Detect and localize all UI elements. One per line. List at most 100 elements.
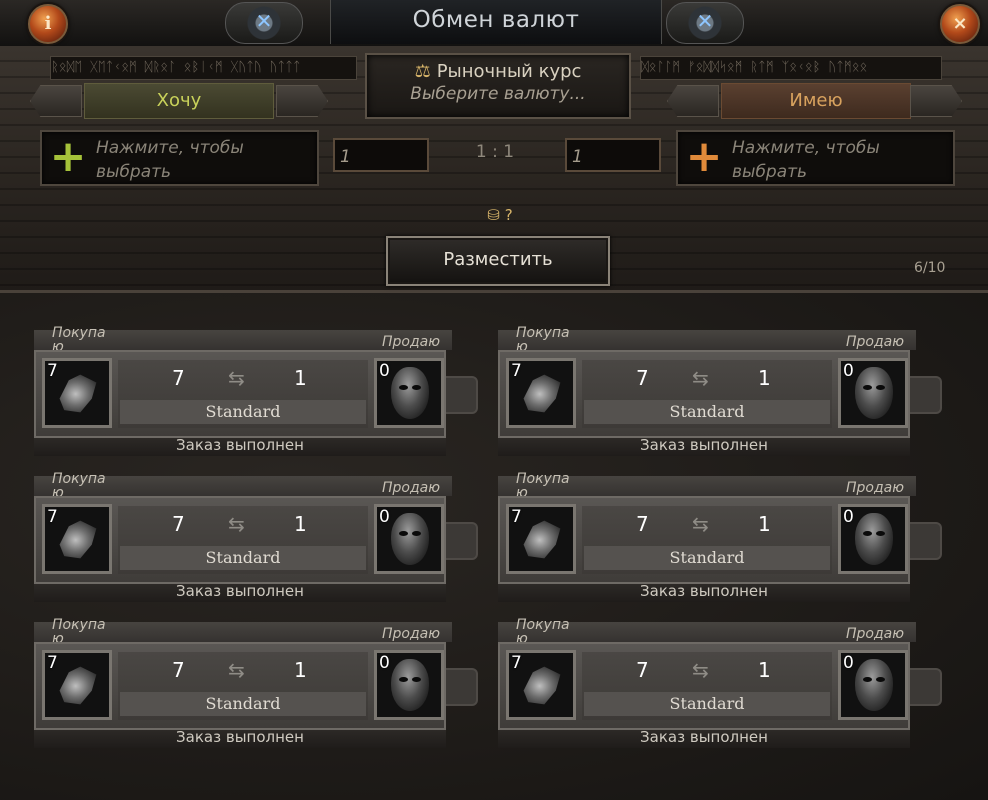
close-icon[interactable]: × [940,4,980,44]
have-quantity-input[interactable]: 1 [565,138,661,172]
order-body: 7 7 ⇆ 1 Standard 0 [34,642,446,730]
tab-want[interactable]: Хочу [84,83,274,119]
want-amount: 7 [172,658,185,682]
receive-currency-slot[interactable]: 7 [42,504,112,574]
card-tab[interactable] [446,376,478,414]
sparkle-icon: ✕ [696,9,714,33]
give-currency-slot[interactable]: 0 [374,650,444,720]
receive-currency-slot[interactable]: 7 [506,358,576,428]
league-name: Standard [120,546,366,570]
have-currency-picker[interactable]: + Нажмите, чтобы выбрать [676,130,955,186]
mask-icon [391,659,429,711]
order-rate: 7 ⇆ 1 Standard [118,652,368,720]
mask-icon [855,367,893,419]
order-card[interactable]: Покупа ю Продаю 7 7 ⇆ 1 Standard 0 Заказ… [34,472,478,602]
have-picker-hint: Нажмите, чтобы выбрать [732,138,880,182]
card-tab[interactable] [910,522,942,560]
want-amount: 7 [172,512,185,536]
give-currency-slot[interactable]: 0 [374,358,444,428]
exchange-form: ᚱᛟᛞᛖ ᚷᛖᛏᚲᛟᛗ ᛞᚱᛟᛚ ᛟᛒᛁᚲᛗ ᚷᚢᛏᚢ ᚢᛏᛏᛏ ᛞᛟᛚᛚᛗ ᚠ… [0,46,988,293]
sparkle-icon: ✕ [255,9,273,33]
have-amount: 1 [294,366,307,390]
order-body: 7 7 ⇆ 1 Standard 0 [34,350,446,438]
want-amount: 7 [636,658,649,682]
receive-currency-slot[interactable]: 7 [42,650,112,720]
order-card[interactable]: Покупа ю Продаю 7 7 ⇆ 1 Standard 0 Заказ… [498,618,942,748]
sell-label: Продаю [845,626,904,642]
want-arrow-right [276,85,328,117]
gear-ornament-right: ✕ [666,2,744,44]
order-card[interactable]: Покупа ю Продаю 7 7 ⇆ 1 Standard 0 Заказ… [34,326,478,456]
order-rate: 7 ⇆ 1 Standard [582,360,832,428]
shard-icon [59,666,97,705]
market-rate-hint: Выберите валюту... [410,84,586,104]
swap-arrows-icon: ⇆ [692,366,709,390]
have-amount: 1 [758,366,771,390]
sell-label: Продаю [845,480,904,496]
info-icon[interactable]: i [28,4,68,44]
have-amount: 1 [294,658,307,682]
receive-currency-slot[interactable]: 7 [42,358,112,428]
swap-arrows-icon: ⇆ [228,366,245,390]
mask-icon [391,367,429,419]
league-name: Standard [120,400,366,424]
mask-icon [391,513,429,565]
order-body: 7 7 ⇆ 1 Standard 0 [34,496,446,584]
give-count: 0 [843,507,854,527]
order-status: Заказ выполнен [640,582,768,600]
sell-label: Продаю [381,626,440,642]
exchange-ratio: 1 : 1 [475,142,515,162]
have-arrow-right [910,85,962,117]
card-tab[interactable] [910,668,942,706]
give-currency-slot[interactable]: 0 [838,504,908,574]
give-currency-slot[interactable]: 0 [374,504,444,574]
card-tab[interactable] [446,522,478,560]
receive-count: 7 [511,653,522,673]
order-status: Заказ выполнен [176,582,304,600]
order-rate: 7 ⇆ 1 Standard [582,652,832,720]
card-tab[interactable] [910,376,942,414]
league-name: Standard [584,400,830,424]
give-currency-slot[interactable]: 0 [838,650,908,720]
want-picker-hint: Нажмите, чтобы выбрать [96,138,244,182]
order-card[interactable]: Покупа ю Продаю 7 7 ⇆ 1 Standard 0 Заказ… [498,326,942,456]
want-amount: 7 [636,512,649,536]
order-body: 7 7 ⇆ 1 Standard 0 [498,496,910,584]
league-name: Standard [584,546,830,570]
order-card[interactable]: Покупа ю Продаю 7 7 ⇆ 1 Standard 0 Заказ… [498,472,942,602]
order-status: Заказ выполнен [176,728,304,746]
give-currency-slot[interactable]: 0 [838,358,908,428]
receive-count: 7 [511,361,522,381]
receive-count: 7 [47,361,58,381]
plus-icon: + [685,131,723,182]
shard-icon [523,374,561,413]
market-rate-panel[interactable]: ⚖ Рыночный курс Выберите валюту... [365,53,631,119]
receive-count: 7 [47,653,58,673]
place-order-button[interactable]: Разместить [386,236,610,286]
order-card[interactable]: Покупа ю Продаю 7 7 ⇆ 1 Standard 0 Заказ… [34,618,478,748]
order-rate: 7 ⇆ 1 Standard [118,506,368,574]
league-name: Standard [584,692,830,716]
receive-currency-slot[interactable]: 7 [506,650,576,720]
card-tab[interactable] [446,668,478,706]
receive-currency-slot[interactable]: 7 [506,504,576,574]
sell-label: Продаю [381,334,440,350]
order-rate: 7 ⇆ 1 Standard [582,506,832,574]
scales-icon: ⚖ [414,61,431,82]
want-quantity-input[interactable]: 1 [333,138,429,172]
swap-arrows-icon: ⇆ [692,512,709,536]
tab-have[interactable]: Имею [721,83,911,119]
order-slots-count: 6/10 [914,260,946,276]
shard-icon [523,520,561,559]
order-rate: 7 ⇆ 1 Standard [118,360,368,428]
orders-list: Покупа ю Продаю 7 7 ⇆ 1 Standard 0 Заказ… [0,293,988,800]
give-count: 0 [379,507,390,527]
swap-arrows-icon: ⇆ [692,658,709,682]
sell-label: Продаю [381,480,440,496]
shard-icon [523,666,561,705]
league-name: Standard [120,692,366,716]
order-status: Заказ выполнен [640,728,768,746]
want-amount: 7 [172,366,185,390]
rune-strip-left: ᚱᛟᛞᛖ ᚷᛖᛏᚲᛟᛗ ᛞᚱᛟᛚ ᛟᛒᛁᚲᛗ ᚷᚢᛏᚢ ᚢᛏᛏᛏ [50,56,357,80]
want-currency-picker[interactable]: + Нажмите, чтобы выбрать [40,130,319,186]
